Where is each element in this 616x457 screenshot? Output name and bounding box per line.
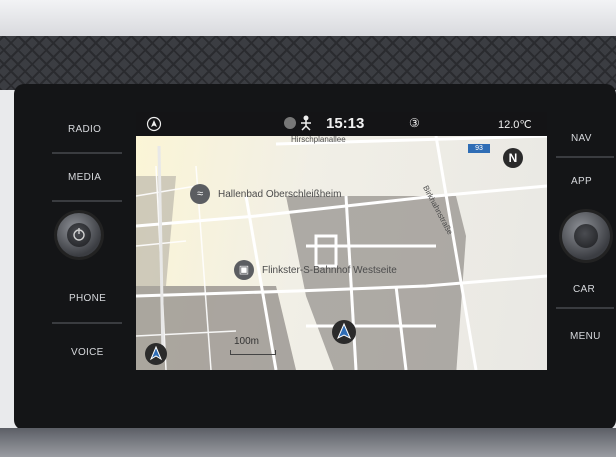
divider (52, 200, 122, 202)
menu-button[interactable]: MENU (570, 331, 601, 342)
divider (556, 156, 614, 158)
person-icon (299, 115, 313, 136)
media-button[interactable]: MEDIA (68, 172, 101, 183)
volume-knob[interactable] (57, 213, 101, 257)
poi-label-hallenbad[interactable]: Hallenbad Oberschleißheim (218, 189, 341, 200)
dashboard-bottom (0, 428, 616, 457)
vehicle-position-icon (331, 319, 357, 350)
car-button[interactable]: CAR (573, 284, 595, 295)
status-bar: 15:13 ③ 12.0℃ (136, 112, 547, 136)
swimming-icon[interactable]: ≈ (190, 184, 210, 204)
route-badge: 93 (468, 144, 490, 153)
clock: 15:13 (326, 115, 365, 132)
navigation-screen: 15:13 ③ 12.0℃ Hirschplanallee Birkhahnst… (136, 112, 547, 370)
map-view[interactable]: Hirschplanallee Birkhahnstraße 93 N ≈ Ha… (136, 135, 547, 370)
status-badge: ③ (409, 116, 420, 130)
navigation-arrow-icon[interactable] (144, 342, 168, 370)
outside-temperature: 12.0℃ (498, 119, 532, 131)
compass-north-icon[interactable]: N (503, 148, 523, 168)
voice-button[interactable]: VOICE (71, 347, 104, 358)
navigation-status-icon[interactable] (146, 116, 162, 137)
nav-button[interactable]: NAV (571, 133, 592, 144)
map-scale-label: 100m (234, 336, 260, 347)
dashboard-light-edge (0, 0, 616, 36)
radio-button[interactable]: RADIO (68, 124, 101, 135)
phone-button[interactable]: PHONE (69, 293, 106, 304)
tuning-knob[interactable] (562, 212, 610, 260)
poi-label-flinkster[interactable]: Flinkster-S-Bahnhof Westseite (262, 265, 397, 276)
power-icon (67, 223, 91, 247)
street-label-hirschplanallee: Hirschplanallee (291, 135, 346, 144)
divider (52, 152, 122, 154)
globe-icon (283, 116, 297, 135)
divider (52, 322, 122, 324)
car-sharing-icon[interactable]: ▣ (234, 260, 254, 280)
app-button[interactable]: APP (571, 176, 592, 187)
divider (556, 307, 614, 309)
map-scale-bar (230, 350, 276, 355)
knob-center (574, 224, 598, 248)
